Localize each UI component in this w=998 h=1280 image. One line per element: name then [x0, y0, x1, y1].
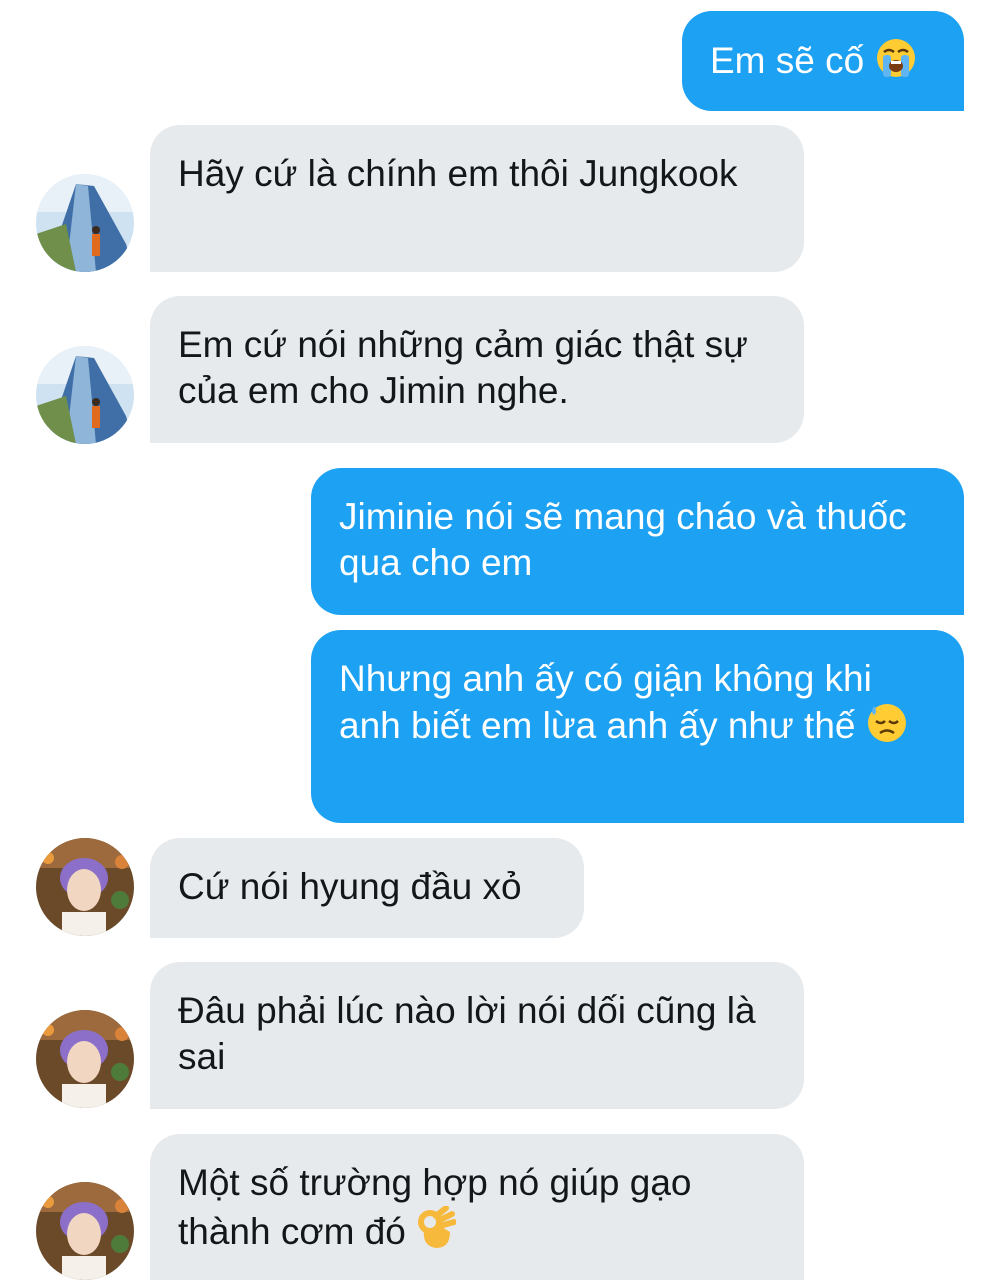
message-text: Đâu phải lúc nào lời nói dối cũng là sai	[178, 990, 756, 1077]
message-bubble-sent[interactable]: Nhưng anh ấy có giận không khi anh biết …	[311, 630, 964, 823]
avatar[interactable]	[36, 346, 134, 444]
avatar[interactable]	[36, 174, 134, 272]
avatar[interactable]	[36, 1182, 134, 1280]
message-text: Jiminie nói sẽ mang cháo và thuốc qua ch…	[339, 496, 907, 583]
message-text: Hãy cứ là chính em thôi Jungkook	[178, 153, 738, 194]
avatar[interactable]	[36, 1010, 134, 1108]
avatar[interactable]	[36, 838, 134, 936]
message-bubble-sent[interactable]: Em sẽ cố	[682, 11, 964, 111]
message-bubble-sent[interactable]: Jiminie nói sẽ mang cháo và thuốc qua ch…	[311, 468, 964, 615]
message-bubble-received[interactable]: Hãy cứ là chính em thôi Jungkook	[150, 125, 804, 272]
ok-hand-icon	[416, 1205, 458, 1261]
message-text: Cứ nói hyung đầu xỏ	[178, 866, 522, 907]
message-bubble-received[interactable]: Cứ nói hyung đầu xỏ	[150, 838, 584, 938]
message-bubble-received[interactable]: Một số trường hợp nó giúp gạo thành cơm …	[150, 1134, 804, 1280]
message-text: Em cứ nói những cảm giác thật sự của em …	[178, 324, 748, 411]
downcast-face-with-sweat-icon	[866, 702, 908, 755]
message-text: Nhưng anh ấy có giận không khi anh biết …	[339, 658, 872, 746]
message-bubble-received[interactable]: Em cứ nói những cảm giác thật sự của em …	[150, 296, 804, 443]
message-text: Em sẽ cố	[710, 40, 865, 81]
message-bubble-received[interactable]: Đâu phải lúc nào lời nói dối cũng là sai	[150, 962, 804, 1109]
loudly-crying-face-icon	[875, 37, 917, 90]
